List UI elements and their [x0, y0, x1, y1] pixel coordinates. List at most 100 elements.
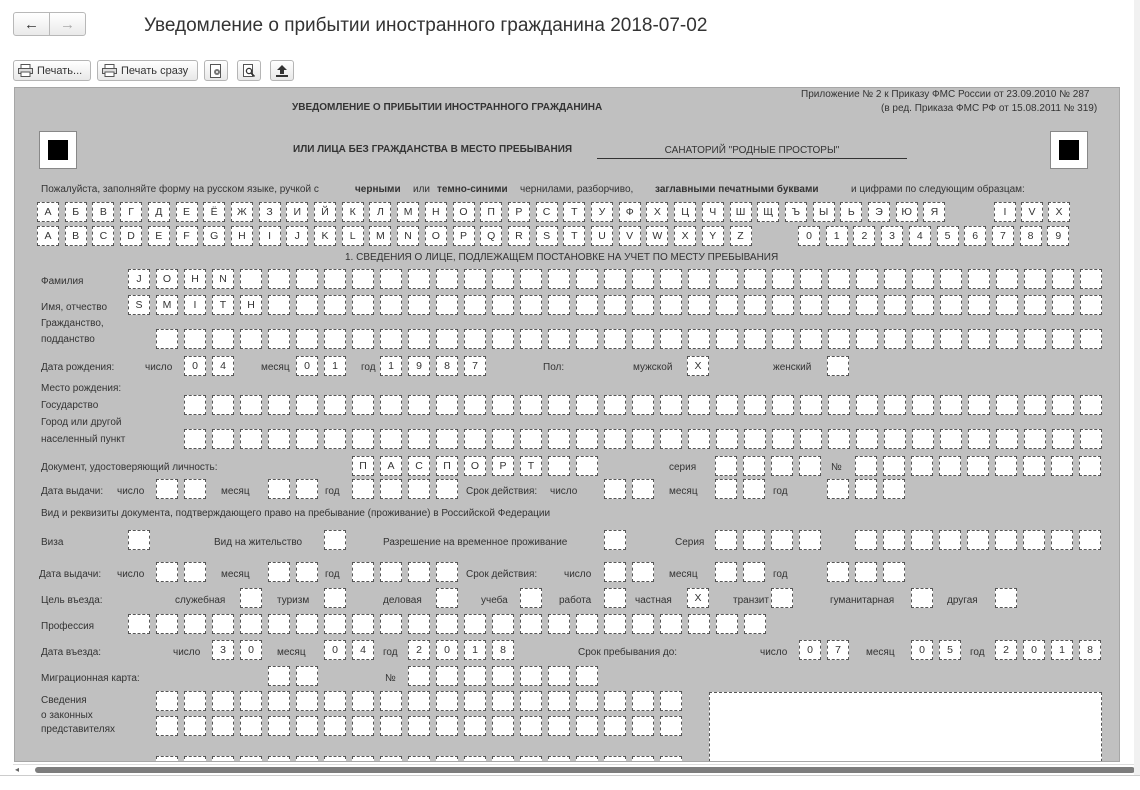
name-cell[interactable]: [520, 295, 542, 315]
legal-reps-cell[interactable]: [576, 716, 598, 736]
surname-cell[interactable]: [688, 269, 710, 289]
birth-state-cell[interactable]: [968, 395, 990, 415]
id-valid-month-cell[interactable]: [743, 479, 765, 499]
name-cell[interactable]: [324, 295, 346, 315]
id-document-type-cell[interactable]: [548, 456, 570, 476]
profession-cell[interactable]: [744, 614, 766, 634]
name-cell[interactable]: [800, 295, 822, 315]
legal-reps-cell[interactable]: [380, 716, 402, 736]
birth-state-cell[interactable]: [772, 395, 794, 415]
surname-cell[interactable]: [632, 269, 654, 289]
id-number-cell[interactable]: [967, 456, 989, 476]
legal-reps-cell[interactable]: [520, 756, 542, 761]
profession-cell[interactable]: [324, 614, 346, 634]
profession-cell[interactable]: [380, 614, 402, 634]
permit-number-cell[interactable]: [967, 530, 989, 550]
id-number-cell[interactable]: [1079, 456, 1101, 476]
citizenship-cell[interactable]: [744, 329, 766, 349]
birth-state-cell[interactable]: [688, 395, 710, 415]
permit-issue-day-cell[interactable]: [184, 562, 206, 582]
citizenship-cell[interactable]: [436, 329, 458, 349]
surname-cell[interactable]: [996, 269, 1018, 289]
id-number-cell[interactable]: [911, 456, 933, 476]
legal-reps-cell[interactable]: [156, 756, 178, 761]
birth-state-cell[interactable]: [380, 395, 402, 415]
legal-reps-address-box[interactable]: [709, 692, 1102, 761]
citizenship-cell[interactable]: [968, 329, 990, 349]
name-cell[interactable]: S: [128, 295, 150, 315]
entry-day-cell[interactable]: 0: [240, 640, 262, 660]
birth-city-cell[interactable]: [548, 429, 570, 449]
purpose-private-cell[interactable]: X: [687, 588, 709, 608]
migration-card-number-cell[interactable]: [464, 666, 486, 686]
legal-reps-cell[interactable]: [212, 691, 234, 711]
birth-state-cell[interactable]: [716, 395, 738, 415]
profession-cell[interactable]: [632, 614, 654, 634]
birth-city-cell[interactable]: [296, 429, 318, 449]
surname-cell[interactable]: [324, 269, 346, 289]
permit-number-cell[interactable]: [855, 530, 877, 550]
preview-button[interactable]: [237, 60, 261, 81]
legal-reps-cell[interactable]: [548, 716, 570, 736]
permit-number-cell[interactable]: [1079, 530, 1101, 550]
profession-cell[interactable]: [240, 614, 262, 634]
name-cell[interactable]: [1052, 295, 1074, 315]
name-cell[interactable]: [744, 295, 766, 315]
stay-year-cell[interactable]: 2: [995, 640, 1017, 660]
purpose-work-cell[interactable]: [604, 588, 626, 608]
migration-card-number-cell[interactable]: [520, 666, 542, 686]
legal-reps-cell[interactable]: [156, 691, 178, 711]
citizenship-cell[interactable]: [240, 329, 262, 349]
citizenship-cell[interactable]: [1080, 329, 1102, 349]
birth-state-cell[interactable]: [436, 395, 458, 415]
permit-valid-month-cell[interactable]: [715, 562, 737, 582]
surname-cell[interactable]: [240, 269, 262, 289]
legal-reps-cell[interactable]: [352, 756, 374, 761]
sex-female-cell[interactable]: [827, 356, 849, 376]
profession-cell[interactable]: [716, 614, 738, 634]
id-document-type-cell[interactable]: [576, 456, 598, 476]
surname-cell[interactable]: [576, 269, 598, 289]
birth-city-cell[interactable]: [1080, 429, 1102, 449]
id-series-cell[interactable]: [715, 456, 737, 476]
birth-city-cell[interactable]: [352, 429, 374, 449]
surname-cell[interactable]: [716, 269, 738, 289]
id-document-type-cell[interactable]: П: [436, 456, 458, 476]
citizenship-cell[interactable]: [576, 329, 598, 349]
stay-year-cell[interactable]: 8: [1079, 640, 1101, 660]
name-cell[interactable]: [772, 295, 794, 315]
permit-number-cell[interactable]: [995, 530, 1017, 550]
legal-reps-cell[interactable]: [240, 691, 262, 711]
id-number-cell[interactable]: [1051, 456, 1073, 476]
birth-state-cell[interactable]: [940, 395, 962, 415]
birth-state-cell[interactable]: [296, 395, 318, 415]
birth-city-cell[interactable]: [912, 429, 934, 449]
surname-cell[interactable]: [268, 269, 290, 289]
birth-year-cell[interactable]: 1: [380, 356, 402, 376]
citizenship-cell[interactable]: [268, 329, 290, 349]
legal-reps-cell[interactable]: [464, 716, 486, 736]
name-cell[interactable]: [996, 295, 1018, 315]
birth-state-cell[interactable]: [1052, 395, 1074, 415]
citizenship-cell[interactable]: [632, 329, 654, 349]
citizenship-cell[interactable]: [156, 329, 178, 349]
birth-state-cell[interactable]: [464, 395, 486, 415]
name-cell[interactable]: [716, 295, 738, 315]
name-cell[interactable]: H: [240, 295, 262, 315]
entry-year-cell[interactable]: 2: [408, 640, 430, 660]
birth-state-cell[interactable]: [184, 395, 206, 415]
legal-reps-cell[interactable]: [520, 691, 542, 711]
citizenship-cell[interactable]: [1024, 329, 1046, 349]
entry-year-cell[interactable]: 1: [464, 640, 486, 660]
citizenship-cell[interactable]: [520, 329, 542, 349]
id-issue-year-cell[interactable]: [408, 479, 430, 499]
id-issue-day-cell[interactable]: [156, 479, 178, 499]
id-document-type-cell[interactable]: Р: [492, 456, 514, 476]
purpose-study-cell[interactable]: [520, 588, 542, 608]
surname-cell[interactable]: [380, 269, 402, 289]
permit-issue-year-cell[interactable]: [352, 562, 374, 582]
back-button[interactable]: ←: [13, 12, 50, 36]
migration-card-number-cell[interactable]: [548, 666, 570, 686]
legal-reps-cell[interactable]: [520, 716, 542, 736]
migration-card-series-cell[interactable]: [268, 666, 290, 686]
